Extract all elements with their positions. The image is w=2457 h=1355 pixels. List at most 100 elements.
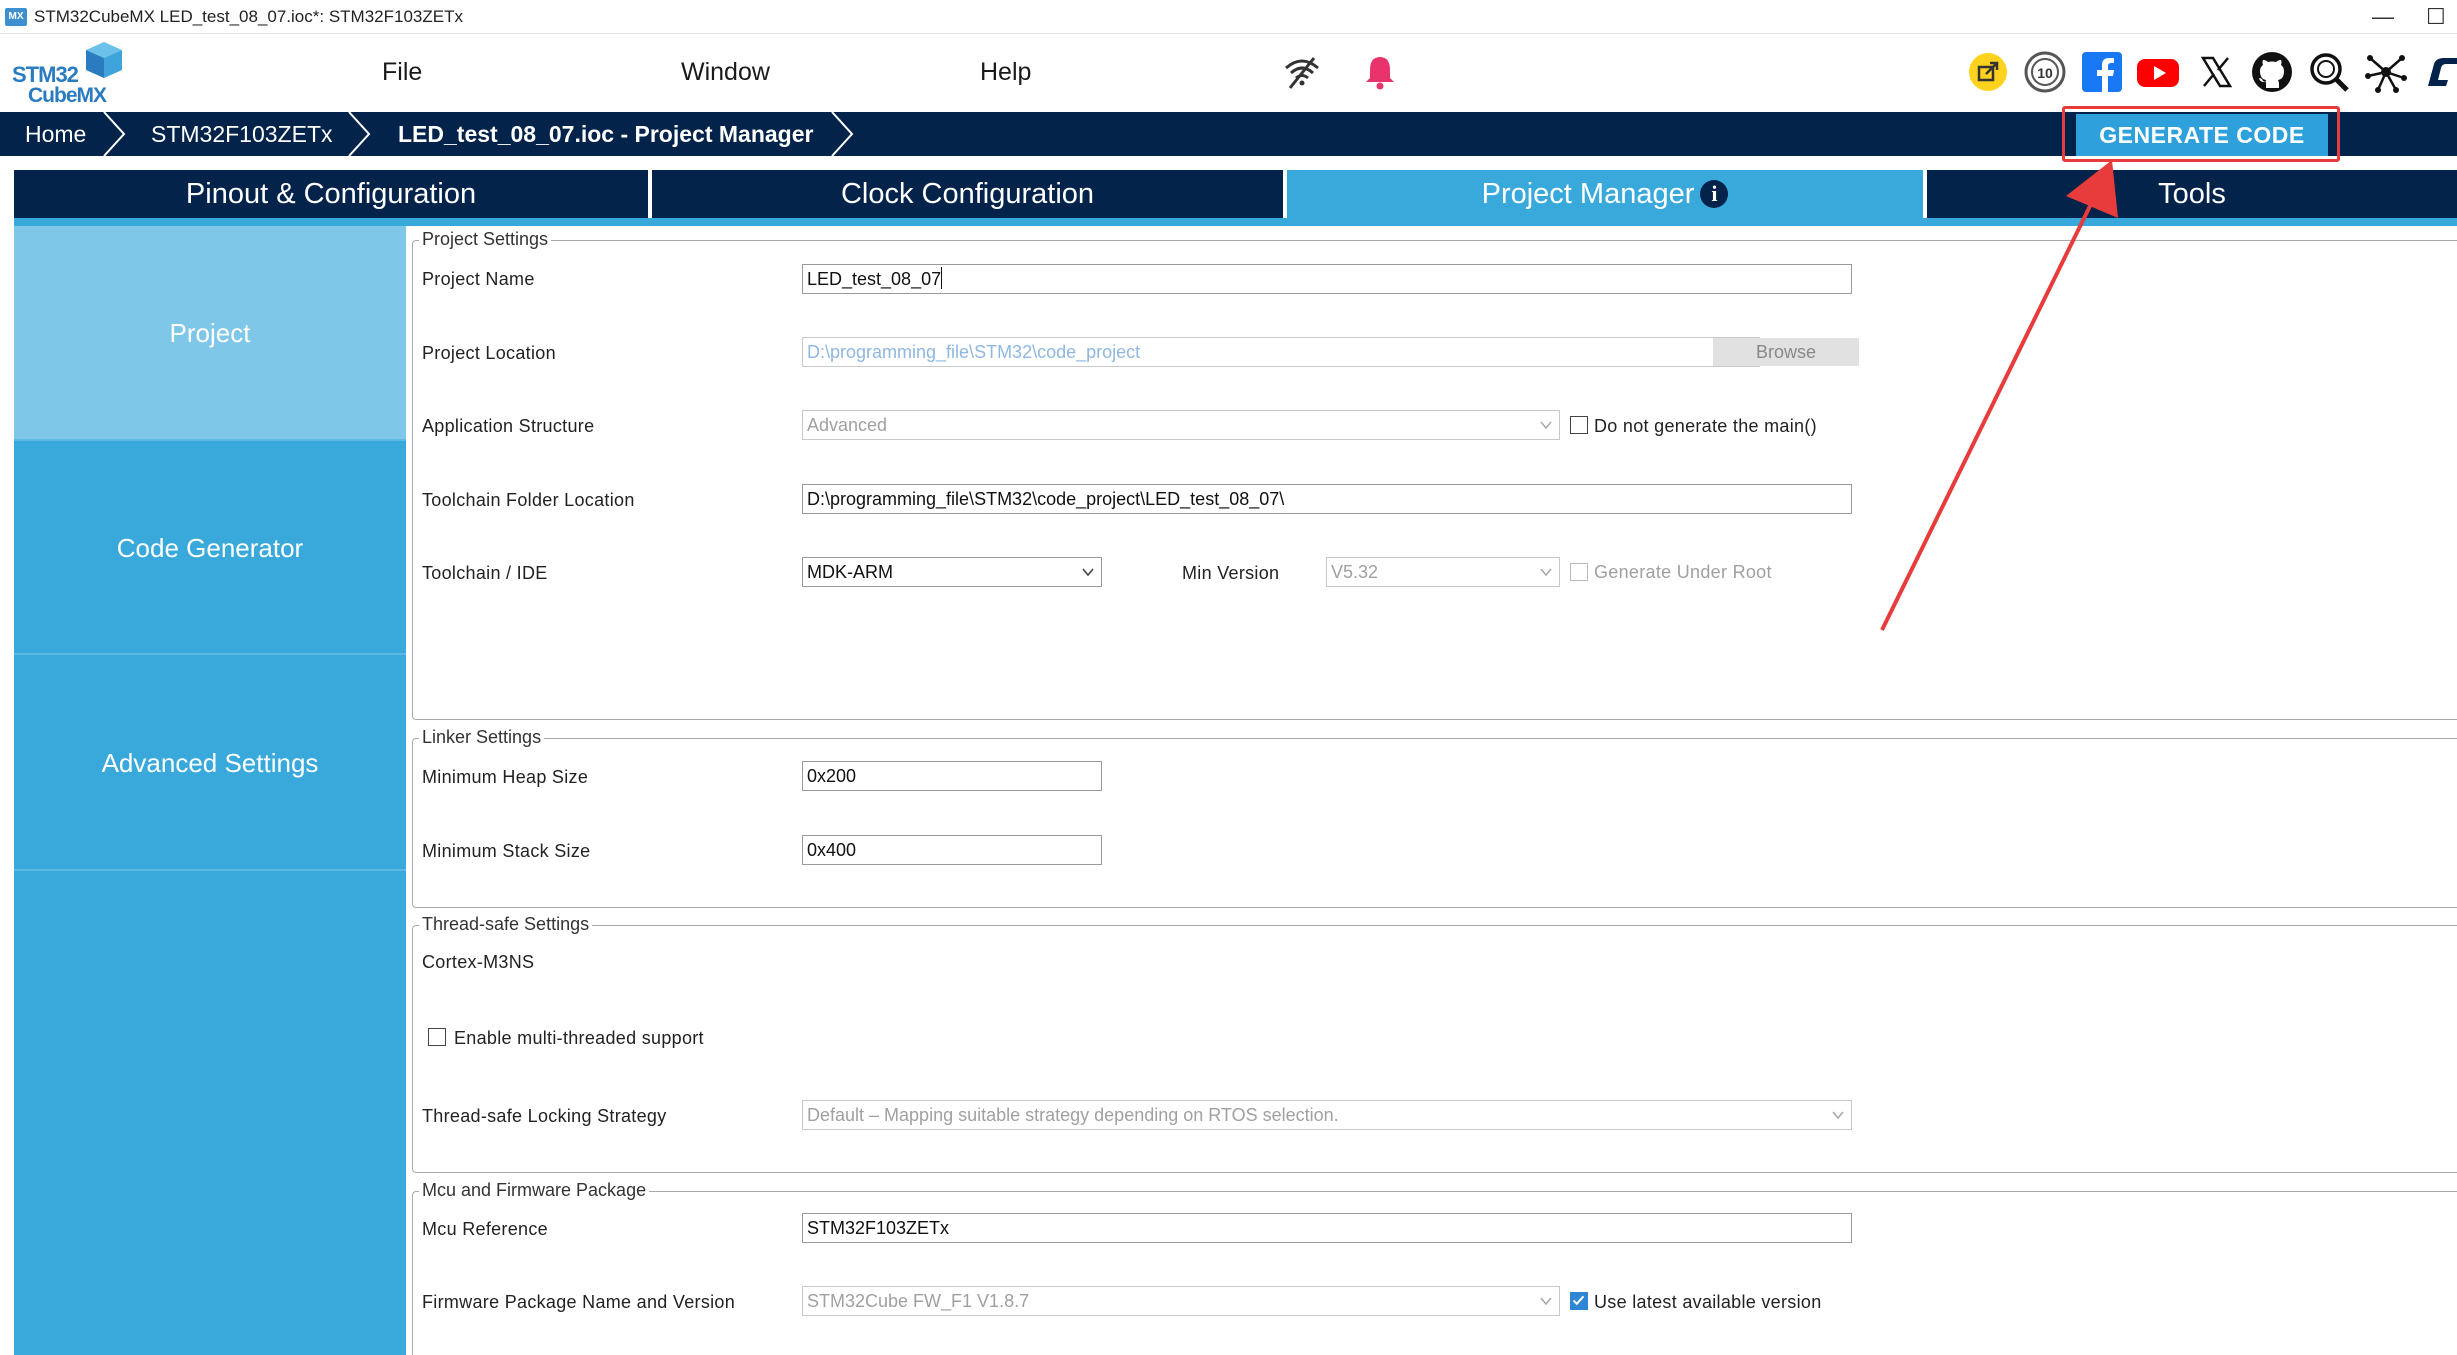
generate-under-root-checkbox[interactable] xyxy=(1570,563,1588,581)
tab-label: Project Manager xyxy=(1481,178,1695,210)
chevron-down-icon xyxy=(1540,568,1552,577)
locking-strategy-select[interactable]: Default – Mapping suitable strategy depe… xyxy=(802,1100,1852,1130)
breadcrumb-separator-icon xyxy=(103,112,126,156)
mcu-reference-label: Mcu Reference xyxy=(422,1219,548,1239)
generate-under-root-label: Generate Under Root xyxy=(1594,562,1772,582)
locking-strategy-label: Thread-safe Locking Strategy xyxy=(422,1106,667,1126)
browse-button[interactable]: Browse xyxy=(1713,338,1859,366)
use-latest-version-checkbox[interactable] xyxy=(1570,1292,1588,1310)
breadcrumb-separator-icon xyxy=(348,112,371,156)
application-structure-label: Application Structure xyxy=(422,416,595,436)
tab-tools[interactable]: Tools xyxy=(1927,170,2457,218)
community-search-icon[interactable] xyxy=(2307,50,2351,94)
project-manager-sidebar: Project Code Generator Advanced Settings xyxy=(14,226,406,1355)
wifi-off-icon[interactable] xyxy=(1280,50,1324,94)
min-stack-input[interactable]: 0x400 xyxy=(802,835,1102,865)
multi-threaded-checkbox[interactable] xyxy=(428,1028,446,1046)
sidebar-item-label: Advanced Settings xyxy=(101,748,319,778)
anniversary-10-icon[interactable]: 10 xyxy=(2023,50,2067,94)
tab-clock-configuration[interactable]: Clock Configuration xyxy=(652,170,1283,218)
toolchain-ide-select[interactable]: MDK-ARM xyxy=(802,557,1102,587)
min-stack-label: Minimum Stack Size xyxy=(422,841,591,861)
section-title: Mcu and Firmware Package xyxy=(419,1180,650,1201)
info-icon[interactable]: i xyxy=(1700,180,1729,208)
project-settings-section: Project Settings xyxy=(412,229,2457,720)
min-version-value: V5.32 xyxy=(1331,562,1379,582)
min-heap-input[interactable]: 0x200 xyxy=(802,761,1102,791)
toolchain-folder-input[interactable]: D:\programming_file\STM32\code_project\L… xyxy=(802,484,1852,514)
logo-text-cubemx: CubeMX xyxy=(28,84,107,107)
firmware-package-value: STM32Cube FW_F1 V1.8.7 xyxy=(807,1291,1030,1311)
menu-help[interactable]: Help xyxy=(980,58,1031,87)
tab-underline xyxy=(14,218,2457,226)
share-icon[interactable] xyxy=(1966,50,2010,94)
text-cursor xyxy=(941,267,943,289)
x-icon[interactable] xyxy=(2194,50,2238,94)
use-latest-version-label: Use latest available version xyxy=(1594,1292,1822,1312)
breadcrumb-separator-icon xyxy=(831,112,854,156)
menu-window[interactable]: Window xyxy=(681,58,770,87)
menu-file[interactable]: File xyxy=(382,58,422,87)
thread-safe-settings-section: Thread-safe Settings xyxy=(412,914,2457,1173)
youtube-icon[interactable] xyxy=(2136,50,2180,94)
sidebar-item-label: Project xyxy=(169,318,251,348)
bell-icon[interactable] xyxy=(1358,50,1402,94)
cube-logo-icon xyxy=(86,42,122,78)
main-tabs: Pinout & Configuration Clock Configurati… xyxy=(14,170,2457,218)
project-name-label: Project Name xyxy=(422,269,535,289)
facebook-icon[interactable] xyxy=(2080,50,2124,94)
mcu-reference-input[interactable]: STM32F103ZETx xyxy=(802,1213,1852,1243)
project-name-input[interactable]: LED_test_08_07 xyxy=(802,264,1852,294)
section-title: Thread-safe Settings xyxy=(419,914,593,935)
tab-project-manager[interactable]: Project Manager i xyxy=(1287,170,1923,218)
min-heap-label: Minimum Heap Size xyxy=(422,767,589,787)
app-icon: MX xyxy=(5,8,27,26)
tab-label: Tools xyxy=(2158,178,2226,210)
section-title: Project Settings xyxy=(419,229,552,250)
github-icon[interactable] xyxy=(2250,50,2294,94)
restore-button[interactable]: ☐ xyxy=(2426,4,2446,30)
application-structure-value: Advanced xyxy=(807,415,888,435)
sidebar-item-label: Code Generator xyxy=(116,533,304,563)
core-name-label: Cortex-M3NS xyxy=(422,952,535,972)
toolchain-ide-label: Toolchain / IDE xyxy=(422,563,548,583)
project-location-input[interactable]: D:\programming_file\STM32\code_project xyxy=(802,337,1760,367)
firmware-package-select[interactable]: STM32Cube FW_F1 V1.8.7 xyxy=(802,1286,1560,1316)
minimize-button[interactable]: — xyxy=(2372,4,2394,30)
sidebar-item-code-generator[interactable]: Code Generator xyxy=(14,441,406,655)
st-logo-icon[interactable] xyxy=(2420,50,2457,94)
menu-bar: STM32 CubeMX File Window Help 10 xyxy=(0,34,2457,112)
sidebar-item-project[interactable]: Project xyxy=(14,226,406,441)
do-not-generate-main-checkbox[interactable] xyxy=(1570,416,1588,434)
toolchain-ide-value: MDK-ARM xyxy=(807,562,893,582)
linker-settings-section: Linker Settings xyxy=(412,727,2457,908)
project-location-label: Project Location xyxy=(422,343,556,363)
breadcrumb-home[interactable]: Home xyxy=(25,112,86,156)
tab-label: Clock Configuration xyxy=(840,178,1095,210)
locking-strategy-value: Default – Mapping suitable strategy depe… xyxy=(807,1105,1339,1125)
multi-threaded-label: Enable multi-threaded support xyxy=(454,1028,704,1048)
project-name-value: LED_test_08_07 xyxy=(807,269,942,289)
generate-code-button[interactable]: GENERATE CODE xyxy=(2076,114,2328,156)
tab-pinout-configuration[interactable]: Pinout & Configuration xyxy=(14,170,648,218)
breadcrumb-project[interactable]: LED_test_08_07.ioc - Project Manager xyxy=(398,112,813,156)
project-settings-panel: Project Settings Project Name LED_test_0… xyxy=(406,226,2457,1355)
section-title: Linker Settings xyxy=(419,727,545,748)
chevron-down-icon xyxy=(1540,1297,1552,1306)
firmware-package-label: Firmware Package Name and Version xyxy=(422,1292,736,1312)
toolchain-folder-label: Toolchain Folder Location xyxy=(422,490,635,510)
chevron-down-icon xyxy=(1082,568,1094,577)
min-version-select[interactable]: V5.32 xyxy=(1326,557,1560,587)
breadcrumb-mcu[interactable]: STM32F103ZETx xyxy=(151,112,333,156)
chevron-down-icon xyxy=(1540,421,1552,430)
window-title: STM32CubeMX LED_test_08_07.ioc*: STM32F1… xyxy=(34,7,463,26)
stm32cubemx-logo: STM32 CubeMX xyxy=(12,40,122,107)
network-icon[interactable] xyxy=(2364,50,2408,94)
chevron-down-icon xyxy=(1832,1111,1844,1120)
application-structure-select[interactable]: Advanced xyxy=(802,410,1560,440)
min-version-label: Min Version xyxy=(1182,563,1280,583)
checkmark-icon xyxy=(1572,1295,1585,1306)
title-bar: MX STM32CubeMX LED_test_08_07.ioc*: STM3… xyxy=(0,0,2457,34)
sidebar-item-advanced-settings[interactable]: Advanced Settings xyxy=(14,655,406,871)
stm32cubemx-window: MX STM32CubeMX LED_test_08_07.ioc*: STM3… xyxy=(0,0,2457,1355)
